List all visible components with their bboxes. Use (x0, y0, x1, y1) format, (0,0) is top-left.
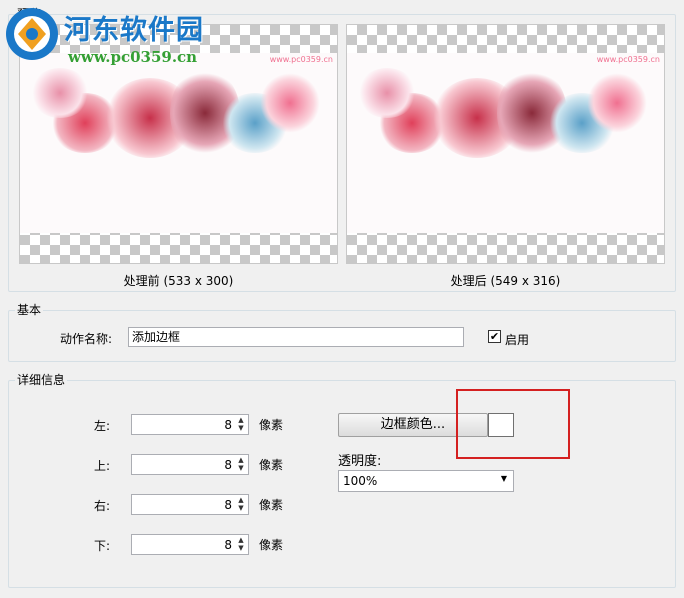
top-spinner[interactable]: 8 ▲ ▼ (131, 454, 249, 475)
details-group-title: 详细信息 (15, 373, 68, 387)
bottom-value: 8 (224, 538, 232, 552)
right-spinner[interactable]: 8 ▲ ▼ (131, 494, 249, 515)
right-value: 8 (224, 498, 232, 512)
image-tag: www.pc0359.cn (596, 55, 660, 64)
bottom-label: 下: (94, 539, 111, 553)
image-tag: www.pc0359.cn (269, 55, 333, 64)
preview-before-artwork: www.pc0359.cn (20, 53, 337, 233)
top-unit: 像素 (259, 458, 284, 472)
watermark-title: 河东软件园 (64, 15, 204, 46)
top-label: 上: (94, 459, 111, 473)
watermark: 河东软件园 www.pc0359.cn (0, 0, 215, 68)
opacity-value: 100% (343, 474, 378, 488)
preview-after-image: www.pc0359.cn (346, 24, 665, 264)
enable-checkbox[interactable]: ✔ (488, 330, 501, 343)
spinner-arrows-icon[interactable]: ▲ ▼ (236, 536, 246, 553)
bottom-spinner[interactable]: 8 ▲ ▼ (131, 534, 249, 555)
chevron-down-icon[interactable]: ▼ (501, 474, 507, 483)
watermark-url: www.pc0359.cn (68, 48, 198, 66)
action-name-label: 动作名称: (60, 332, 113, 346)
enable-label: 启用 (505, 333, 530, 347)
spinner-arrows-icon[interactable]: ▲ ▼ (236, 416, 246, 433)
spinner-arrows-icon[interactable]: ▲ ▼ (236, 456, 246, 473)
right-label: 右: (94, 499, 111, 513)
preview-after-label: 处理后 (549 x 316) (450, 274, 561, 288)
left-unit: 像素 (259, 418, 284, 432)
basic-group-title: 基本 (15, 303, 44, 317)
top-value: 8 (224, 458, 232, 472)
left-label: 左: (94, 419, 111, 433)
highlight-box (456, 389, 570, 459)
left-spinner[interactable]: 8 ▲ ▼ (131, 414, 249, 435)
opacity-select[interactable]: 100% ▼ (338, 470, 514, 492)
watermark-logo-icon (6, 8, 58, 60)
right-unit: 像素 (259, 498, 284, 512)
preview-after-artwork: www.pc0359.cn (347, 53, 664, 233)
preview-before-label: 处理前 (533 x 300) (123, 274, 234, 288)
bottom-unit: 像素 (259, 538, 284, 552)
left-value: 8 (224, 418, 232, 432)
spinner-arrows-icon[interactable]: ▲ ▼ (236, 496, 246, 513)
opacity-label: 透明度: (338, 454, 382, 469)
action-name-input[interactable]: 添加边框 (128, 327, 464, 347)
